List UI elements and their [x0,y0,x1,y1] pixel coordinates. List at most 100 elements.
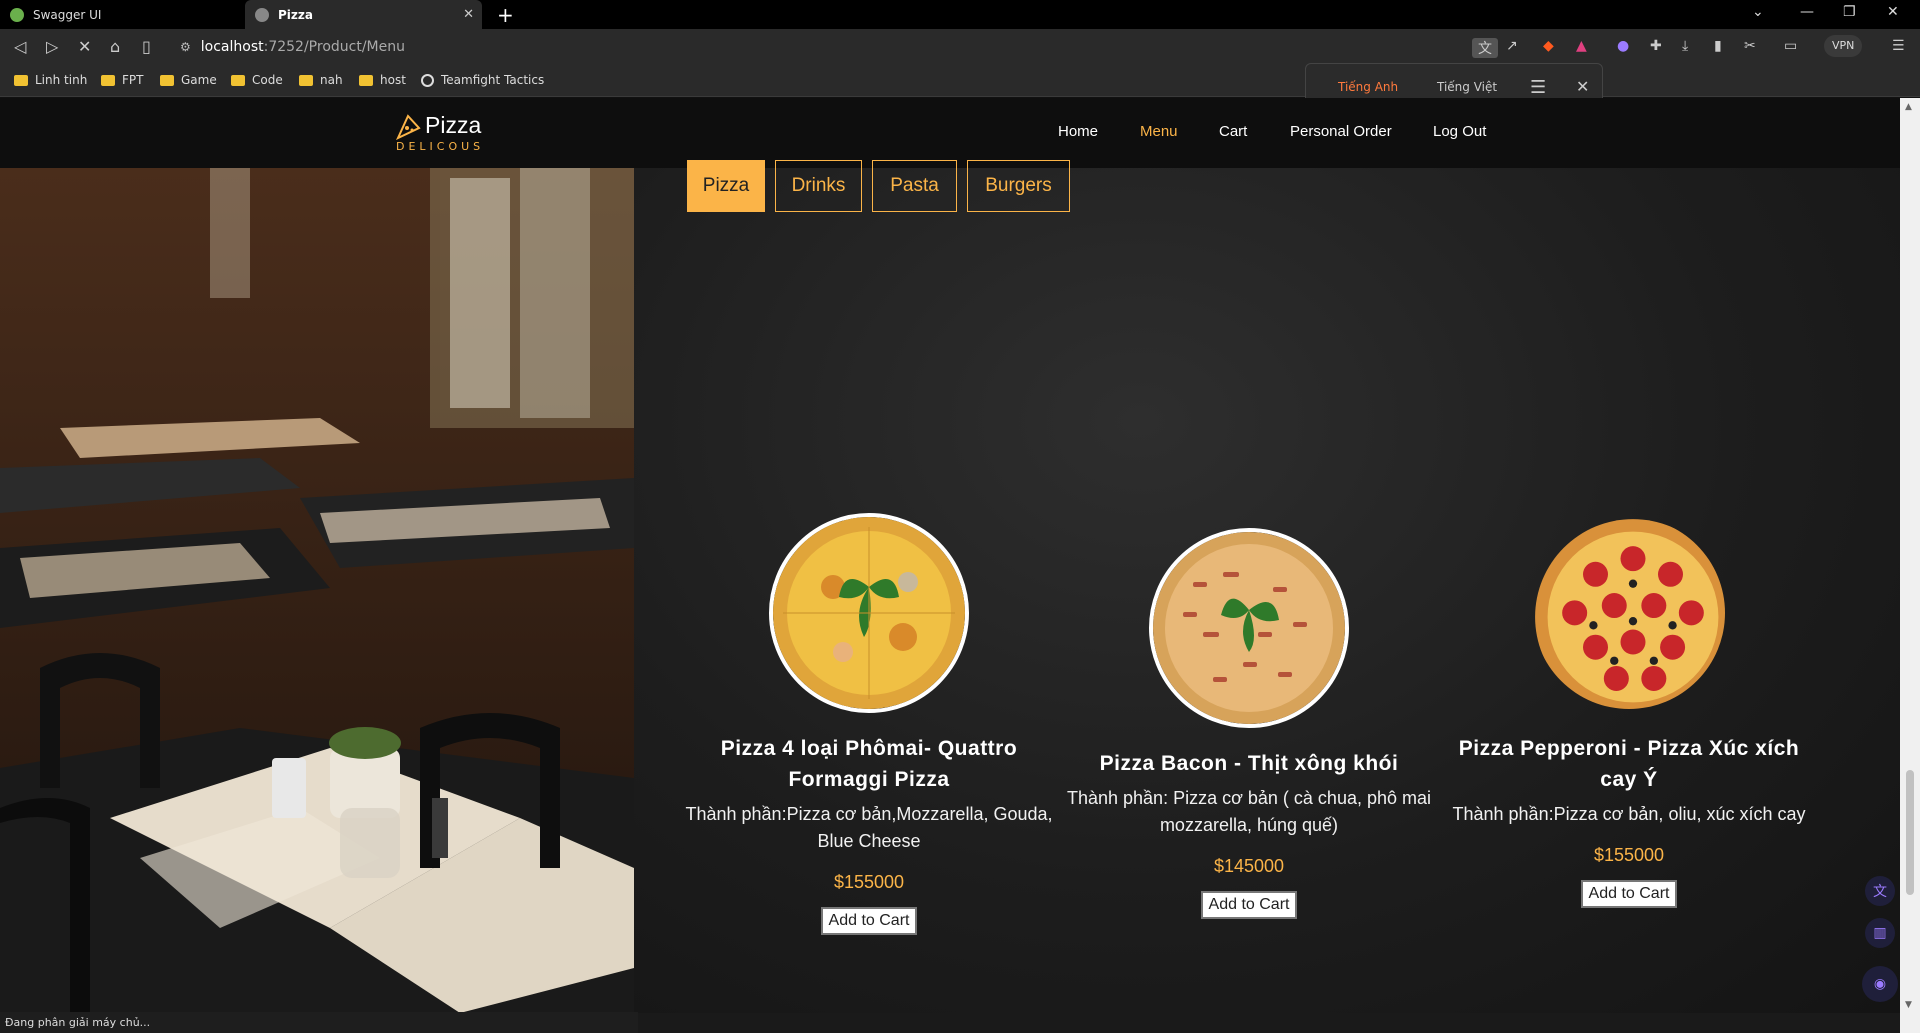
nav-cart[interactable]: Cart [1219,123,1247,140]
bookmarks-bar: Linh tinh FPT Game Code nah host Teamfig… [0,65,1920,97]
page-viewport: Pizza DELICOUS Home Menu Cart Personal O… [0,98,1900,1033]
bookmark-label: host [380,73,406,87]
scroll-down-arrow-icon[interactable]: ▼ [1905,1000,1912,1010]
product-image [1529,513,1729,713]
tab-label: Swagger UI [33,7,102,22]
category-tab-pizza[interactable]: Pizza [687,160,765,212]
folder-icon [299,74,313,86]
bookmark-folder[interactable]: host [359,73,406,87]
folder-icon [231,74,245,86]
swagger-favicon-icon [10,7,24,22]
nav-home[interactable]: Home [1058,123,1098,140]
folder-icon [359,74,373,86]
product-title: Pizza Pepperoni - Pizza Xúc xích cay Ý [1458,737,1800,791]
extensions-icon[interactable]: ✚ [1650,38,1662,54]
translate-source-lang-tab[interactable]: Tiếng Anh [1338,80,1398,94]
add-to-cart-button[interactable]: Add to Cart [820,907,918,935]
nav-menu[interactable]: Menu [1140,123,1178,140]
add-to-cart-button[interactable]: Add to Cart [1200,891,1298,919]
product-title: Pizza 4 loại Phômai- Quattro Formaggi Pi… [720,737,1018,791]
logo-text: Pizza [425,112,482,138]
scrollbar-thumb[interactable] [1906,770,1914,895]
category-tab-drinks[interactable]: Drinks [775,160,862,212]
minimize-icon[interactable]: — [1800,4,1814,20]
tab-pizza[interactable]: Pizza ✕ [245,0,482,29]
tools-icon[interactable]: ✂ [1744,38,1756,54]
product-price: $155000 [1593,845,1665,865]
window-close-icon[interactable]: ✕ [1887,4,1899,20]
brave-shields-icon[interactable]: ◆ [1543,38,1554,54]
translate-close-icon[interactable]: ✕ [1576,77,1589,96]
wallet-icon[interactable]: ▭ [1784,38,1797,54]
folder-icon [14,74,28,86]
loading-favicon-icon [255,7,269,22]
product-image [1149,528,1349,728]
new-tab-icon[interactable]: + [497,3,514,27]
bookmark-label: Code [252,73,283,87]
sidebar-icon[interactable]: ▮ [1714,38,1722,54]
translate-target-lang-tab[interactable]: Tiếng Việt [1437,80,1497,94]
nav-personal-order[interactable]: Personal Order [1290,123,1392,140]
nav-log-out[interactable]: Log Out [1433,123,1486,140]
product-image [769,513,969,713]
globe-icon [421,73,434,87]
folder-icon [160,74,174,86]
url-host: localhost [200,39,264,55]
site-info-icon[interactable]: ⚙ [180,40,191,54]
tab-close-icon[interactable]: ✕ [463,7,474,22]
bookmark-folder[interactable]: Code [231,73,283,87]
pizza-slice-icon [395,114,421,140]
page-scrollbar[interactable]: ▲ ▼ [1900,98,1920,1033]
scroll-up-arrow-icon[interactable]: ▲ [1905,102,1912,112]
bookmark-label: Game [181,73,217,87]
menu-board: Pizza Drinks Pasta Burgers Pizza 4 loại … [634,160,1900,1013]
ai-assistant-icon[interactable]: ◉ [1862,966,1898,1002]
restaurant-photo [0,168,634,1013]
folder-icon [101,74,115,86]
translate-float-icon[interactable]: 文 [1865,876,1895,906]
bookmark-folder[interactable]: FPT [101,73,143,87]
browser-status-bar: Đang phân giải máy chủ... [0,1012,638,1033]
product-price: $155000 [833,872,905,892]
menu-hamburger-icon[interactable]: ☰ [1892,38,1905,54]
site-navbar: Pizza DELICOUS Home Menu Cart Personal O… [0,98,1900,168]
tab-search-chevron-icon[interactable]: ⌄ [1752,4,1764,20]
bookmark-folder[interactable]: Linh tinh [14,73,87,87]
product-card: Pizza Pepperoni - Pizza Xúc xích cay Ý T… [1439,513,1819,908]
download-icon[interactable]: ⤓ [1682,38,1688,54]
product-title: Pizza Bacon - Thịt xông khói [1099,752,1399,775]
browser-tabbar: Swagger UI Pizza ✕ + ⌄ — ❐ ✕ [0,0,1920,29]
logo-subtext: DELICOUS [396,140,485,153]
rewards-icon[interactable]: ▲ [1576,38,1587,54]
bookmark-label: nah [320,73,343,87]
bookmark-folder[interactable]: Game [160,73,217,87]
address-toolbar: ◁ ▷ ✕ ⌂ ▯ ⚙ localhost:7252/Product/Menu … [0,29,1920,65]
reader-float-icon[interactable]: ▥ [1865,918,1895,948]
home-icon[interactable]: ⌂ [110,37,120,56]
add-to-cart-button[interactable]: Add to Cart [1580,880,1678,908]
share-icon[interactable]: ↗ [1506,38,1518,54]
translate-options-icon[interactable]: ☰ [1530,77,1546,98]
product-description: Thành phần: Pizza cơ bản ( cà chua, phô … [1066,788,1432,835]
back-icon[interactable]: ◁ [14,37,26,56]
extension-leo-icon[interactable]: ● [1617,38,1629,54]
bookmark-label: Teamfight Tactics [441,73,545,87]
forward-icon[interactable]: ▷ [46,37,58,56]
maximize-icon[interactable]: ❐ [1843,4,1856,20]
tab-label: Pizza [278,7,313,22]
product-card: Pizza Bacon - Thịt xông khói Thành phần:… [1059,528,1439,919]
category-tab-pasta[interactable]: Pasta [872,160,957,212]
bookmark-link[interactable]: Teamfight Tactics [421,73,544,87]
bookmark-label: FPT [122,73,144,87]
product-description: Thành phần:Pizza cơ bản,Mozzarella, Goud… [685,804,1053,851]
product-price: $145000 [1213,856,1285,876]
translate-icon[interactable]: 文 [1472,38,1498,58]
bookmark-folder[interactable]: nah [299,73,343,87]
tab-swagger[interactable]: Swagger UI [0,0,243,29]
url-field[interactable]: ⚙ localhost:7252/Product/Menu [180,34,1480,60]
vpn-button[interactable]: VPN [1824,35,1863,57]
category-tab-burgers[interactable]: Burgers [967,160,1070,212]
product-description: Thành phần:Pizza cơ bản, oliu, xúc xích … [1452,804,1806,824]
stop-loading-icon[interactable]: ✕ [78,37,91,56]
bookmark-icon[interactable]: ▯ [142,37,151,56]
